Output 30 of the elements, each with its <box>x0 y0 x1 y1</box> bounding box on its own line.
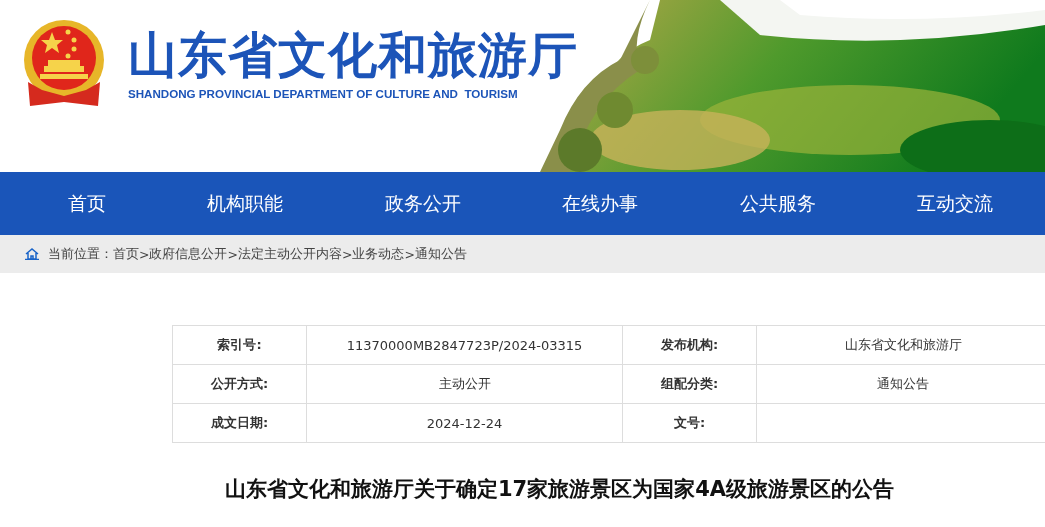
nav-tab[interactable]: 在线办事 <box>562 190 639 217</box>
site-title: 山东省文化和旅游厅 <box>128 28 578 84</box>
field-value: 11370000MB2847723P/2024-03315 <box>306 325 623 365</box>
breadcrumb-link[interactable]: 政府信息公开 <box>149 245 228 263</box>
field-value: 主动公开 <box>306 364 623 404</box>
breadcrumb-link[interactable]: 业务动态 <box>352 245 405 263</box>
nav-tab[interactable]: 首页 <box>68 190 106 217</box>
nav-tab[interactable]: 机构职能 <box>207 190 284 217</box>
breadcrumb-link[interactable]: 通知公告 <box>414 245 467 263</box>
breadcrumb-separator: > <box>341 246 353 262</box>
home-icon <box>25 248 39 260</box>
nav-tab[interactable]: 政务公开 <box>384 190 461 217</box>
site-subtitle: SHANDONG PROVINCIAL DEPARTMENT OF CULTURE AND TOURISM <box>128 87 519 100</box>
field-label: 发布机构: <box>622 325 757 365</box>
article-title: 山东省文化和旅游厅关于确定17家旅游景区为国家4A级旅游景区的公告 <box>225 476 896 503</box>
field-label: 索引号: <box>172 325 307 365</box>
breadcrumb-label: 当前位置： <box>48 245 113 263</box>
nav-tab[interactable]: 公共服务 <box>739 190 816 217</box>
breadcrumb-link[interactable]: 法定主动公开内容 <box>237 245 342 263</box>
breadcrumb-separator: > <box>227 246 238 262</box>
nav-tab[interactable]: 互动交流 <box>916 190 993 217</box>
field-label: 组配分类: <box>622 364 757 404</box>
field-value: 山东省文化和旅游厅 <box>756 325 1045 365</box>
field-label: 文号: <box>622 403 757 443</box>
field-label: 公开方式: <box>172 364 307 404</box>
field-value: 2024-12-24 <box>306 403 623 443</box>
breadcrumb-separator: > <box>139 246 150 262</box>
breadcrumb-separator: > <box>404 246 415 262</box>
breadcrumb-link[interactable]: 首页 <box>113 245 139 263</box>
field-label: 成文日期: <box>172 403 307 443</box>
